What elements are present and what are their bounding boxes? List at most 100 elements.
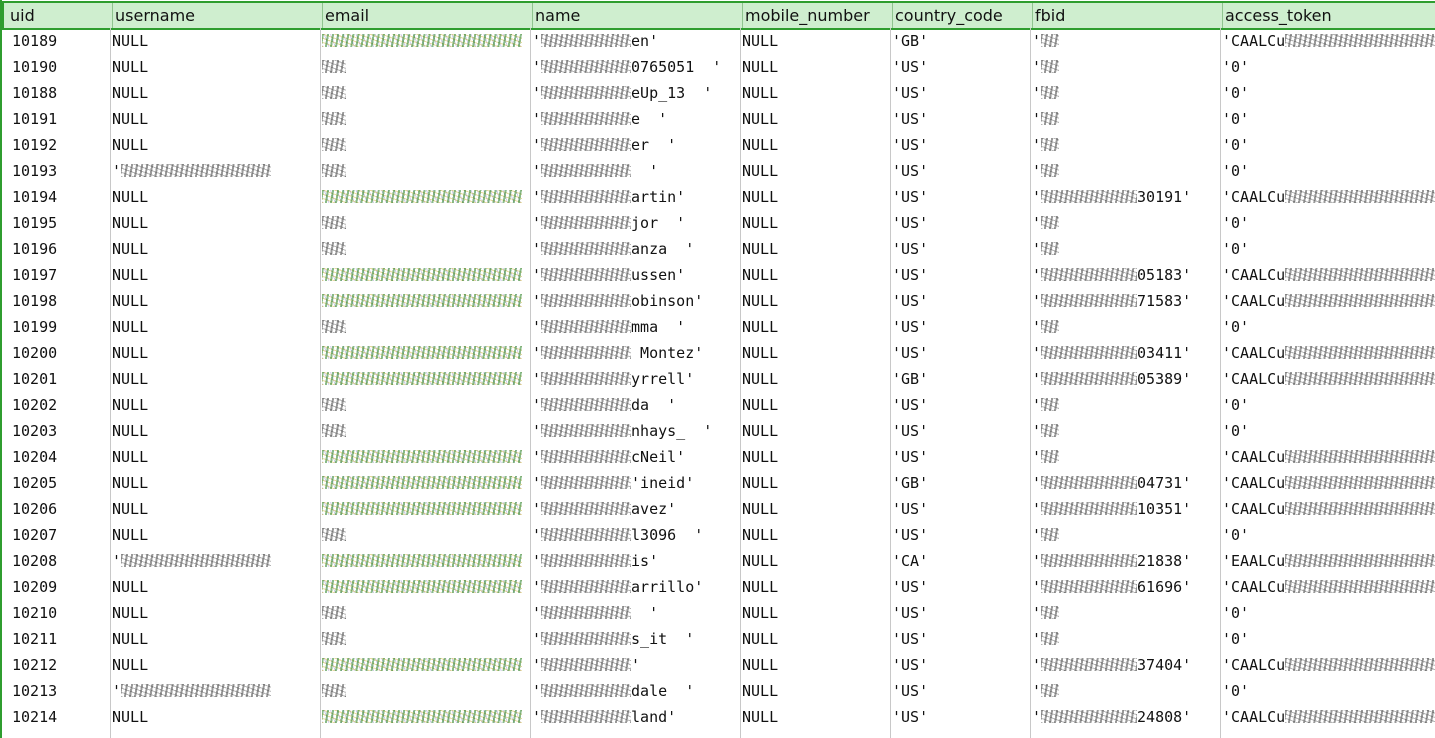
cell-email[interactable] — [320, 652, 530, 678]
cell-uid[interactable]: 10203 — [10, 418, 110, 444]
cell-fbid[interactable]: ' 03411' — [1030, 340, 1220, 366]
cell-name[interactable]: ' yrrell' — [530, 366, 740, 392]
cell-email[interactable] — [320, 236, 530, 262]
cell-uid[interactable]: 10196 — [10, 236, 110, 262]
cell-email[interactable] — [320, 54, 530, 80]
cell-cc[interactable]: 'US' — [890, 54, 1030, 80]
cell-fbid[interactable]: ' — [1030, 236, 1220, 262]
cell-mobile[interactable]: NULL — [740, 28, 890, 54]
cell-token[interactable]: '0' — [1220, 314, 1435, 340]
cell-fbid[interactable]: ' — [1030, 678, 1220, 704]
cell-cc[interactable]: 'US' — [890, 210, 1030, 236]
cell-uid[interactable]: 10204 — [10, 444, 110, 470]
table-row[interactable]: 10191 NULL ' e ' NULL 'US' ' '0' — [0, 106, 1435, 132]
cell-name[interactable]: ' 'ineid' — [530, 470, 740, 496]
cell-username[interactable]: ' — [110, 548, 320, 574]
table-row[interactable]: 10208 ' ' is' NULL 'CA' ' 21838' 'EAALCu — [0, 548, 1435, 574]
cell-email[interactable] — [320, 548, 530, 574]
cell-username[interactable]: NULL — [110, 314, 320, 340]
cell-fbid[interactable]: ' — [1030, 522, 1220, 548]
cell-name[interactable]: ' ' — [530, 652, 740, 678]
cell-token[interactable]: 'CAALCu — [1220, 184, 1435, 210]
cell-uid[interactable]: 10192 — [10, 132, 110, 158]
cell-name[interactable]: ' l3096 ' — [530, 522, 740, 548]
cell-token[interactable]: 'CAALCu — [1220, 652, 1435, 678]
cell-email[interactable] — [320, 626, 530, 652]
cell-mobile[interactable]: NULL — [740, 522, 890, 548]
cell-name[interactable]: ' mma ' — [530, 314, 740, 340]
cell-mobile[interactable]: NULL — [740, 496, 890, 522]
cell-mobile[interactable]: NULL — [740, 626, 890, 652]
column-header-username[interactable]: username — [112, 3, 323, 28]
table-row[interactable]: 10203 NULL ' nhays_ ' NULL 'US' ' '0' — [0, 418, 1435, 444]
cell-fbid[interactable]: ' — [1030, 210, 1220, 236]
cell-email[interactable] — [320, 600, 530, 626]
cell-email[interactable] — [320, 28, 530, 54]
cell-uid[interactable]: 10194 — [10, 184, 110, 210]
table-row[interactable]: 10188 NULL ' eUp_13 ' NULL 'US' ' '0' — [0, 80, 1435, 106]
results-grid[interactable]: uid username email name mobile_number co… — [0, 0, 1435, 738]
table-row[interactable]: 10192 NULL ' er ' NULL 'US' ' '0' — [0, 132, 1435, 158]
cell-username[interactable]: NULL — [110, 444, 320, 470]
cell-fbid[interactable]: ' 05389' — [1030, 366, 1220, 392]
cell-cc[interactable]: 'US' — [890, 496, 1030, 522]
cell-mobile[interactable]: NULL — [740, 288, 890, 314]
cell-token[interactable]: 'EAALCu — [1220, 548, 1435, 574]
cell-email[interactable] — [320, 314, 530, 340]
cell-cc[interactable]: 'US' — [890, 184, 1030, 210]
cell-mobile[interactable]: NULL — [740, 392, 890, 418]
cell-fbid[interactable]: ' 21838' — [1030, 548, 1220, 574]
cell-token[interactable]: '0' — [1220, 236, 1435, 262]
table-row[interactable]: 10196 NULL ' anza ' NULL 'US' ' '0' — [0, 236, 1435, 262]
table-row[interactable]: 10210 NULL ' ' NULL 'US' ' '0' — [0, 600, 1435, 626]
cell-token[interactable]: 'CAALCu — [1220, 574, 1435, 600]
cell-cc[interactable]: 'US' — [890, 678, 1030, 704]
cell-fbid[interactable]: ' — [1030, 444, 1220, 470]
cell-fbid[interactable]: ' — [1030, 54, 1220, 80]
cell-cc[interactable]: 'US' — [890, 106, 1030, 132]
cell-username[interactable]: NULL — [110, 522, 320, 548]
table-row[interactable]: 10206 NULL ' avez' NULL 'US' ' 10351' 'CAALCu — [0, 496, 1435, 522]
column-header-access-token[interactable]: access_token — [1222, 3, 1435, 28]
cell-name[interactable]: ' artin' — [530, 184, 740, 210]
cell-cc[interactable]: 'CA' — [890, 548, 1030, 574]
table-row[interactable]: 10195 NULL ' jor ' NULL 'US' ' '0' — [0, 210, 1435, 236]
cell-fbid[interactable]: ' 05183' — [1030, 262, 1220, 288]
cell-token[interactable]: '0' — [1220, 106, 1435, 132]
cell-token[interactable]: 'CAALCu — [1220, 28, 1435, 54]
cell-username[interactable]: NULL — [110, 54, 320, 80]
cell-uid[interactable]: 10193 — [10, 158, 110, 184]
cell-username[interactable]: NULL — [110, 392, 320, 418]
cell-fbid[interactable]: ' 71583' — [1030, 288, 1220, 314]
cell-fbid[interactable]: ' — [1030, 106, 1220, 132]
cell-username[interactable]: NULL — [110, 288, 320, 314]
cell-token[interactable]: '0' — [1220, 210, 1435, 236]
cell-email[interactable] — [320, 392, 530, 418]
cell-username[interactable]: NULL — [110, 626, 320, 652]
cell-cc[interactable]: 'US' — [890, 236, 1030, 262]
cell-mobile[interactable]: NULL — [740, 106, 890, 132]
cell-token[interactable]: '0' — [1220, 418, 1435, 444]
cell-token[interactable]: '0' — [1220, 54, 1435, 80]
cell-name[interactable]: ' land' — [530, 704, 740, 730]
cell-uid[interactable]: 10208 — [10, 548, 110, 574]
cell-token[interactable]: '0' — [1220, 600, 1435, 626]
cell-token[interactable]: '0' — [1220, 626, 1435, 652]
cell-name[interactable]: ' jor ' — [530, 210, 740, 236]
table-row[interactable]: 10190 NULL ' 0765051 ' NULL 'US' ' '0' — [0, 54, 1435, 80]
cell-fbid[interactable]: ' — [1030, 28, 1220, 54]
cell-name[interactable]: ' s_it ' — [530, 626, 740, 652]
cell-cc[interactable]: 'US' — [890, 158, 1030, 184]
cell-mobile[interactable]: NULL — [740, 340, 890, 366]
cell-email[interactable] — [320, 132, 530, 158]
cell-token[interactable]: '0' — [1220, 522, 1435, 548]
cell-username[interactable]: NULL — [110, 28, 320, 54]
cell-mobile[interactable]: NULL — [740, 54, 890, 80]
cell-cc[interactable]: 'US' — [890, 392, 1030, 418]
cell-username[interactable]: ' — [110, 158, 320, 184]
cell-email[interactable] — [320, 366, 530, 392]
cell-username[interactable]: NULL — [110, 340, 320, 366]
cell-fbid[interactable]: ' 61696' — [1030, 574, 1220, 600]
cell-uid[interactable]: 10190 — [10, 54, 110, 80]
table-row[interactable]: 10193 ' ' ' NULL 'US' ' '0' — [0, 158, 1435, 184]
